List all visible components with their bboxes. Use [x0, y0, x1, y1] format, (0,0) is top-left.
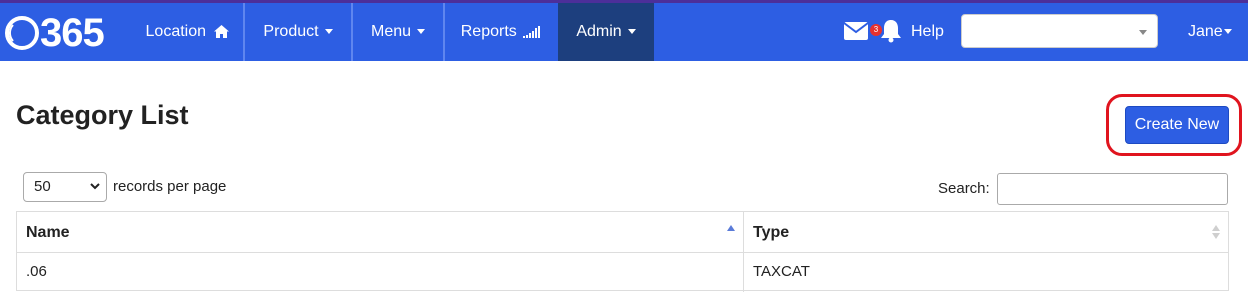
nav-product[interactable]: Product — [245, 3, 351, 61]
nav-admin[interactable]: Admin — [558, 3, 654, 61]
app-logo[interactable]: 365 — [4, 11, 124, 55]
column-header-type[interactable]: Type — [744, 212, 1228, 253]
sort-ascending-icon — [727, 225, 735, 231]
help-link[interactable]: Help — [911, 3, 944, 61]
table-cell-name: .06 — [26, 263, 47, 280]
logo-text: 365 — [40, 11, 105, 55]
chevron-down-icon — [324, 29, 333, 35]
search-label: Search: — [938, 180, 990, 197]
search-input[interactable] — [997, 173, 1228, 205]
page-length-select[interactable]: 50 — [23, 172, 107, 202]
nav-location-label: Location — [145, 23, 207, 40]
bell-icon[interactable] — [880, 19, 902, 43]
nav-menu[interactable]: Menu — [353, 3, 443, 61]
page-length-label: records per page — [113, 178, 227, 195]
top-navbar: 365 Location Product Menu Reports Admin … — [0, 3, 1248, 61]
column-header-type-label: Type — [753, 224, 790, 241]
page-title: Category List — [16, 100, 189, 130]
nav-menu-label: Menu — [370, 23, 412, 40]
nav-admin-label: Admin — [576, 23, 622, 40]
highlight-annotation-ring — [1106, 94, 1242, 156]
home-icon — [214, 25, 230, 39]
sort-unsorted-down-icon — [1212, 233, 1220, 239]
column-header-name-label: Name — [26, 224, 70, 241]
page-length-value: 50 — [34, 178, 51, 195]
chevron-down-icon — [1139, 30, 1147, 35]
user-menu[interactable]: Jane — [1188, 3, 1232, 61]
column-header-name[interactable]: Name — [17, 212, 743, 253]
logo-ring-icon — [5, 16, 39, 50]
nav-reports-label: Reports — [460, 23, 517, 40]
table-cell-type: TAXCAT — [753, 263, 810, 280]
chevron-down-icon — [627, 29, 636, 35]
chevron-down-icon — [417, 29, 426, 35]
user-name: Jane — [1188, 23, 1223, 40]
signal-bars-icon — [523, 25, 541, 38]
nav-location[interactable]: Location — [132, 3, 243, 61]
nav-reports[interactable]: Reports — [445, 3, 556, 61]
mail-icon[interactable] — [843, 21, 869, 41]
sort-unsorted-up-icon — [1212, 225, 1220, 231]
chevron-down-icon — [1223, 29, 1232, 35]
nav-product-label: Product — [263, 23, 319, 40]
chevron-down-icon — [90, 183, 100, 190]
category-table: Name Type .06 TAXCAT — [16, 211, 1229, 292]
location-selector[interactable] — [961, 14, 1158, 48]
